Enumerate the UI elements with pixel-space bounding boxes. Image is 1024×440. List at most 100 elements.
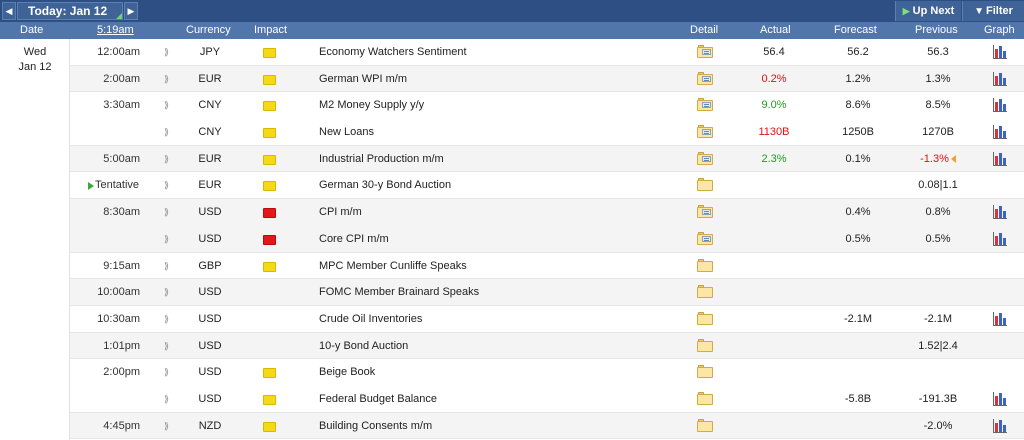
alert-signal-icon[interactable]: ⟫ <box>164 253 174 279</box>
event-row[interactable]: ⟫ USD Federal Budget Balance -5.8B -191.3B <box>70 386 1024 413</box>
event-currency: JPY <box>199 46 221 58</box>
detail-folder-icon[interactable] <box>697 365 713 379</box>
bar-graph-icon[interactable] <box>993 98 1007 113</box>
bar-graph-icon[interactable] <box>993 418 1007 433</box>
event-name[interactable]: German 30-y Bond Auction <box>319 172 451 198</box>
revised-icon[interactable] <box>950 154 956 163</box>
bar-graph-icon[interactable] <box>993 231 1007 246</box>
event-name[interactable]: M2 Money Supply y/y <box>319 92 424 118</box>
alert-signal-icon[interactable]: ⟫ <box>164 279 174 305</box>
next-day-button[interactable]: ▶ <box>124 2 138 20</box>
impact-low-icon <box>263 154 276 165</box>
alert-signal-icon[interactable]: ⟫ <box>164 413 174 439</box>
alert-signal-icon[interactable]: ⟫ <box>164 306 174 332</box>
bar-graph-icon[interactable] <box>993 125 1007 140</box>
event-currency: USD <box>198 392 222 405</box>
event-row[interactable]: 5:00am ⟫ EUR Industrial Production m/m 2.3% 0… <box>70 145 1024 173</box>
alert-signal-icon[interactable]: ⟫ <box>164 39 174 65</box>
left-arrow-icon: ◀ <box>5 6 13 16</box>
event-row[interactable]: 4:45pm ⟫ NZD Building Consents m/m -2.0% <box>70 412 1024 440</box>
alert-signal-icon[interactable]: ⟫ <box>164 172 174 198</box>
event-row[interactable]: Tentative ⟫ EUR German 30-y Bond Auction 0.0… <box>70 172 1024 200</box>
event-row[interactable]: 10:00am ⟫ USD FOMC Member Brainard Speaks <box>70 279 1024 306</box>
event-name[interactable]: FOMC Member Brainard Speaks <box>319 279 479 305</box>
event-row[interactable]: 8:30am ⟫ USD CPI m/m 0.4% 0.8% <box>70 199 1024 226</box>
alert-signal-icon[interactable]: ⟫ <box>164 92 174 118</box>
event-previous-value: -2.0% <box>923 419 953 432</box>
event-name[interactable]: Crude Oil Inventories <box>319 306 422 332</box>
impact-low-icon <box>263 368 276 379</box>
alert-signal-icon[interactable]: ⟫ <box>164 226 174 252</box>
event-row[interactable]: 2:00pm ⟫ USD Beige Book <box>70 359 1024 386</box>
event-name[interactable]: German WPI m/m <box>319 66 407 92</box>
event-name[interactable]: Building Consents m/m <box>319 413 432 439</box>
event-time: Tentative <box>88 172 158 198</box>
detail-folder-doc-icon[interactable] <box>697 125 713 139</box>
filter-button[interactable]: ▼ Filter <box>962 1 1024 21</box>
bar-graph-icon[interactable] <box>993 311 1007 326</box>
alert-signal-icon[interactable]: ⟫ <box>164 66 174 92</box>
detail-folder-doc-icon[interactable] <box>697 71 713 86</box>
event-forecast: -5.8B <box>844 392 872 405</box>
event-row[interactable]: ⟫ CNY New Loans 1130B 1250B 1270B <box>70 119 1024 146</box>
event-row[interactable]: 12:00am ⟫ JPY Economy Watchers Sentiment 56.… <box>70 39 1024 66</box>
detail-folder-doc-icon[interactable] <box>697 205 713 219</box>
event-name[interactable]: Federal Budget Balance <box>319 386 437 412</box>
event-previous: 1.3% <box>895 66 981 92</box>
bar-graph-icon[interactable] <box>993 45 1007 59</box>
event-name[interactable]: Core CPI m/m <box>319 226 389 252</box>
event-name[interactable]: 10-y Bond Auction <box>319 333 408 359</box>
detail-folder-icon[interactable] <box>697 285 713 299</box>
event-row[interactable]: 10:30am ⟫ USD Crude Oil Inventories -2.1M -2.… <box>70 306 1024 333</box>
detail-folder-icon[interactable] <box>697 178 713 192</box>
event-row[interactable]: ⟫ USD Core CPI m/m 0.5% 0.5% <box>70 225 1024 253</box>
col-date: Date <box>20 24 44 36</box>
event-row[interactable]: 1:01pm ⟫ USD 10-y Bond Auction 1.52|2.4 <box>70 332 1024 360</box>
event-forecast: 0.1% <box>845 152 871 165</box>
play-icon: ▶ <box>902 6 910 16</box>
event-currency: CNY <box>198 99 222 112</box>
event-previous-value: 0.8% <box>925 206 951 219</box>
bar-graph-icon[interactable] <box>993 151 1007 166</box>
detail-folder-icon[interactable] <box>697 418 713 433</box>
event-previous-value: 56.3 <box>927 46 949 58</box>
event-name[interactable]: New Loans <box>319 119 374 145</box>
detail-folder-doc-icon[interactable] <box>697 231 713 246</box>
event-row[interactable]: 3:30am ⟫ CNY M2 Money Supply y/y 9.0% 8.6% 8.5… <box>70 92 1024 119</box>
detail-folder-doc-icon[interactable] <box>697 151 713 166</box>
alert-signal-icon[interactable]: ⟫ <box>164 333 174 359</box>
event-forecast: 1250B <box>842 126 874 139</box>
col-time[interactable]: 5:19am <box>97 22 134 39</box>
detail-folder-icon[interactable] <box>697 258 713 273</box>
detail-folder-icon[interactable] <box>697 338 713 353</box>
event-time: 10:30am <box>97 312 140 325</box>
up-next-button[interactable]: ▶ Up Next <box>895 1 961 21</box>
previous-day-button[interactable]: ◀ <box>2 2 16 20</box>
detail-folder-doc-icon[interactable] <box>697 98 713 112</box>
event-actual: 1130B <box>758 126 790 139</box>
detail-folder-icon[interactable] <box>697 391 713 406</box>
event-name[interactable]: Economy Watchers Sentiment <box>319 39 467 65</box>
detail-folder-doc-icon[interactable] <box>697 45 713 59</box>
event-currency: NZD <box>198 419 222 432</box>
bar-graph-icon[interactable] <box>993 205 1007 220</box>
event-row[interactable]: 2:00am ⟫ EUR German WPI m/m 0.2% 1.2% 1.3% <box>70 65 1024 93</box>
bar-graph-icon[interactable] <box>993 391 1007 406</box>
event-row[interactable]: 9:15am ⟫ GBP MPC Member Cunliffe Speaks <box>70 253 1024 280</box>
event-previous: 0.5% <box>895 226 981 252</box>
today-selector[interactable]: Today: Jan 12 <box>17 2 123 20</box>
alert-signal-icon[interactable]: ⟫ <box>164 119 174 145</box>
bar-graph-icon[interactable] <box>993 71 1007 86</box>
detail-folder-icon[interactable] <box>697 311 713 326</box>
event-name[interactable]: CPI m/m <box>319 199 362 225</box>
alert-signal-icon[interactable]: ⟫ <box>164 359 174 385</box>
event-name[interactable]: Industrial Production m/m <box>319 146 444 172</box>
impact-medium-icon <box>263 315 276 325</box>
alert-signal-icon[interactable]: ⟫ <box>164 199 174 225</box>
event-name[interactable]: Beige Book <box>319 359 375 385</box>
up-next-label: Up Next <box>912 5 955 17</box>
event-forecast: 0.4% <box>845 206 871 219</box>
event-name[interactable]: MPC Member Cunliffe Speaks <box>319 253 467 279</box>
alert-signal-icon[interactable]: ⟫ <box>164 146 174 172</box>
alert-signal-icon[interactable]: ⟫ <box>164 386 174 412</box>
